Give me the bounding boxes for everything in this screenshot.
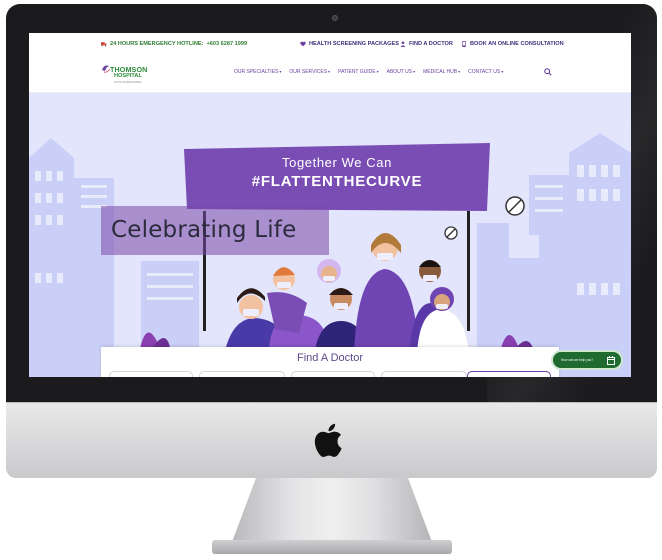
chevron-down-icon: ▾ (328, 69, 331, 74)
main-navbar: THOMSON HOSPITAL KOTA DAMANSARA OUR SPEC… (29, 55, 631, 93)
screening-link[interactable]: HEALTH SCREENING PACKAGES (300, 41, 399, 47)
find-doctor-title: Find A Doctor (296, 352, 364, 364)
find-doctor-search-button[interactable] (467, 371, 551, 377)
hospital-logo[interactable]: THOMSON HOSPITAL KOTA DAMANSARA (101, 63, 171, 87)
nav-menu: OUR SPECIALTIES▾ OUR SERVICES▾ PATIENT G… (234, 69, 503, 75)
nav-item-label: OUR SERVICES (289, 69, 328, 75)
doctor-icon (400, 41, 406, 47)
nav-item-medical-hub[interactable]: MEDICAL HUB▾ (423, 69, 460, 75)
nav-item-label: ABOUT US (386, 69, 413, 75)
banner-hashtag: #FLATTENTHECURVE (251, 173, 423, 190)
chat-label: How can we help you? (561, 358, 594, 362)
chat-widget-button[interactable]: How can we help you? (551, 350, 623, 370)
hero-caption-box: Celebrating Life (101, 206, 329, 255)
nav-item-label: OUR SPECIALTIES (234, 69, 279, 75)
chevron-down-icon: ▾ (501, 69, 504, 74)
nav-item-patient-guide[interactable]: PATIENT GUIDE▾ (338, 69, 379, 75)
screening-link-label: HEALTH SCREENING PACKAGES (309, 41, 399, 47)
hero-caption: Celebrating Life (111, 217, 297, 243)
find-doctor-field-3[interactable] (291, 371, 375, 377)
find-doctor-link-label: FIND A DOCTOR (409, 41, 453, 47)
nav-item-services[interactable]: OUR SERVICES▾ (289, 69, 330, 75)
chevron-down-icon: ▾ (279, 69, 282, 74)
consultation-link[interactable]: BOOK AN ONLINE CONSULTATION (461, 41, 564, 47)
find-doctor-field-4[interactable] (381, 371, 467, 377)
heart-icon (300, 41, 306, 47)
brand-tagline: KOTA DAMANSARA (114, 80, 142, 84)
emergency-label: 24 HOURS EMERGENCY HOTLINE: (110, 41, 204, 47)
nav-item-label: MEDICAL HUB (423, 69, 458, 75)
webcam (332, 15, 338, 21)
find-doctor-link[interactable]: FIND A DOCTOR (400, 41, 453, 47)
search-icon[interactable] (544, 68, 552, 76)
consultation-link-label: BOOK AN ONLINE CONSULTATION (470, 41, 564, 47)
find-doctor-panel: Find A Doctor (101, 347, 559, 377)
nav-item-about[interactable]: ABOUT US▾ (387, 69, 415, 75)
chevron-down-icon: ▾ (413, 69, 416, 74)
ambulance-icon (101, 42, 107, 47)
utility-bar: 24 HOURS EMERGENCY HOTLINE: +603 6287 19… (29, 33, 631, 55)
find-doctor-field-2[interactable] (199, 371, 285, 377)
find-doctor-field-1[interactable] (109, 371, 193, 377)
nav-item-contact[interactable]: CONTACT US▾ (468, 69, 503, 75)
nav-item-label: PATIENT GUIDE (338, 69, 376, 75)
emergency-number[interactable]: +603 6287 1999 (206, 41, 247, 47)
nav-item-specialties[interactable]: OUR SPECIALTIES▾ (234, 69, 281, 75)
monitor-foot (212, 540, 452, 554)
chevron-down-icon: ▾ (458, 69, 461, 74)
browser-screen: 24 HOURS EMERGENCY HOTLINE: +603 6287 19… (29, 33, 631, 377)
campaign-banner: Together We Can #FLATTENTHECURVE (184, 143, 490, 209)
nav-item-label: CONTACT US (468, 69, 501, 75)
hero-banner: Together We Can #FLATTENTHECURVE Celebra… (29, 93, 631, 377)
brand-subname: HOSPITAL (114, 73, 142, 79)
monitor-stand (232, 478, 432, 542)
phone-icon (462, 41, 466, 47)
banner-slogan: Together We Can (282, 155, 392, 170)
apple-logo-icon (314, 423, 342, 457)
emergency-hotline[interactable]: 24 HOURS EMERGENCY HOTLINE: +603 6287 19… (101, 41, 247, 47)
chevron-down-icon: ▾ (376, 69, 379, 74)
calendar-icon (607, 355, 615, 365)
